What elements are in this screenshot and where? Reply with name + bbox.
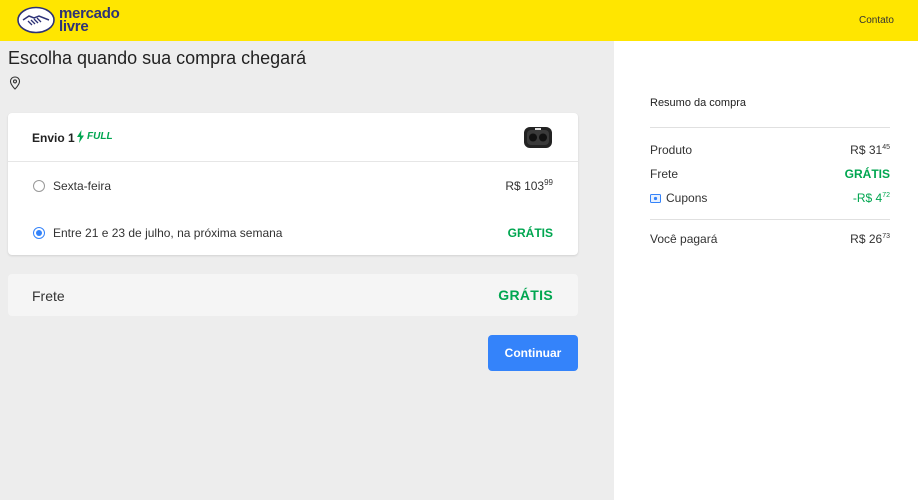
contact-link[interactable]: Contato — [859, 15, 894, 26]
purchase-summary-pane: Resumo da compra Produto R$ 3145 Frete G… — [614, 41, 918, 500]
summary-divider — [650, 127, 890, 128]
summary-product-value: R$ 3145 — [850, 143, 890, 157]
handshake-logo-icon — [17, 6, 55, 34]
shipping-total-label: Frete — [32, 288, 65, 304]
logo-text: mercado livre — [59, 5, 120, 35]
continue-button[interactable]: Continuar — [488, 335, 578, 371]
top-header: mercado livre Contato — [0, 0, 918, 41]
summary-total-label: Você pagará — [650, 232, 718, 246]
summary-row-product: Produto R$ 3145 — [650, 143, 890, 159]
mercado-livre-logo[interactable]: mercado livre — [17, 5, 127, 35]
delivery-option-price: GRÁTIS — [507, 226, 553, 240]
summary-coupons-value: -R$ 472 — [852, 191, 890, 205]
shipment-card-header: Envio 1 FULL — [8, 113, 578, 162]
shipment-label: Envio 1 — [32, 131, 75, 145]
delivery-option-price: R$ 10399 — [505, 178, 553, 194]
summary-row-coupons[interactable]: Cupons -R$ 472 — [650, 191, 890, 207]
summary-row-shipping: Frete GRÁTIS — [650, 167, 890, 183]
shipping-total-value: GRÁTIS — [498, 287, 553, 303]
checkout-main-pane — [0, 41, 614, 500]
summary-total-value: R$ 2673 — [850, 232, 890, 246]
lightning-icon — [77, 130, 84, 143]
page-title: Escolha quando sua compra chegará — [8, 48, 307, 68]
delivery-radio-friday[interactable] — [33, 180, 45, 192]
map-pin-icon[interactable] — [9, 76, 21, 90]
summary-row-total: Você pagará R$ 2673 — [650, 232, 890, 248]
full-badge-text: FULL — [87, 131, 113, 142]
delivery-radio-next-week[interactable] — [33, 227, 45, 239]
delivery-option-next-week[interactable]: Entre 21 e 23 de julho, na próxima seman… — [8, 212, 578, 252]
shipment-card: Envio 1 FULL Sexta-feira R$ 10399 Entre … — [8, 113, 578, 255]
coupon-icon — [650, 193, 661, 203]
summary-divider — [650, 219, 890, 220]
delivery-option-label: Entre 21 e 23 de julho, na próxima seman… — [53, 226, 283, 240]
product-thumbnail — [524, 127, 552, 148]
summary-title: Resumo da compra — [650, 97, 746, 109]
delivery-option-label: Sexta-feira — [53, 179, 112, 193]
summary-coupons-label: Cupons — [666, 191, 708, 205]
summary-shipping-value: GRÁTIS — [844, 167, 890, 181]
delivery-option-friday[interactable]: Sexta-feira R$ 10399 — [8, 165, 578, 205]
summary-product-label: Produto — [650, 143, 693, 157]
full-badge: FULL — [76, 130, 113, 143]
shipping-total-box: Frete GRÁTIS — [8, 274, 578, 316]
summary-shipping-label: Frete — [650, 167, 679, 181]
